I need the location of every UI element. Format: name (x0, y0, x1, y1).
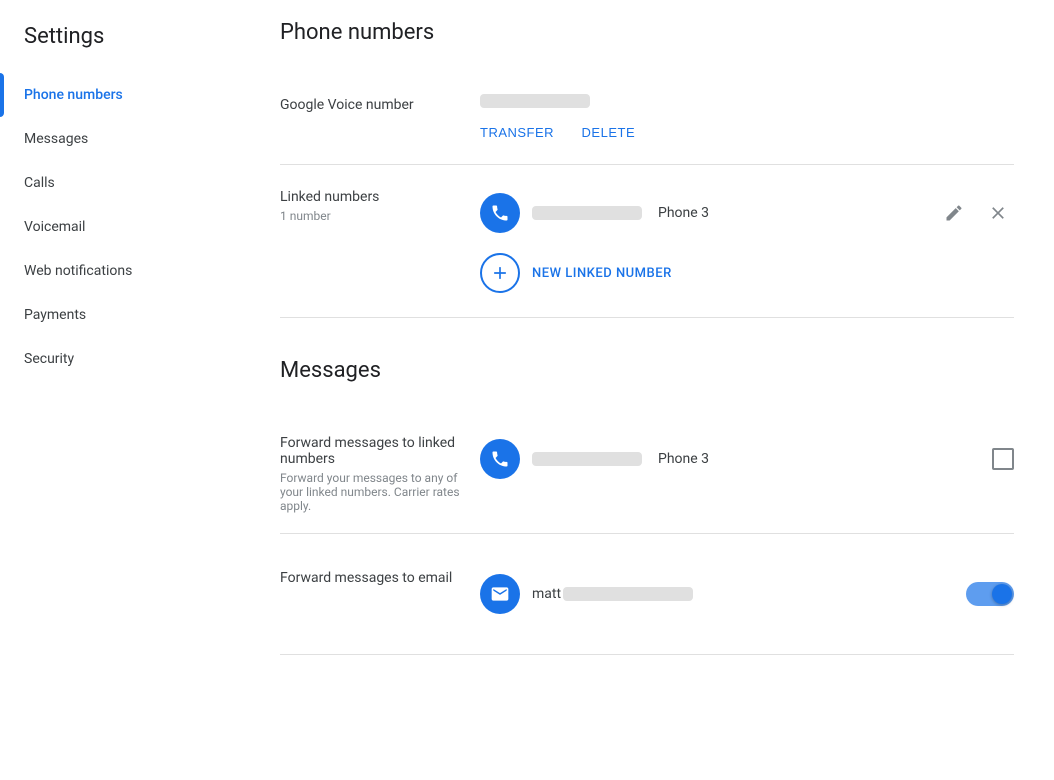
forward-phone3: Phone 3 (658, 451, 718, 467)
phone-icon-2 (480, 439, 520, 479)
sidebar-item-messages[interactable]: Messages (0, 117, 228, 161)
linked-number-item: Phone 3 (480, 185, 1014, 241)
sidebar-item-label: Calls (24, 175, 55, 191)
linked-numbers-content: Phone 3 (480, 185, 1014, 297)
divider-3 (280, 533, 1014, 534)
linked-numbers-row: Linked numbers 1 number Phone 3 (280, 169, 1014, 313)
plus-icon (490, 263, 510, 283)
sidebar-item-payments[interactable]: Payments (0, 293, 228, 337)
forward-linked-actions (992, 448, 1014, 470)
forward-number-blurred (532, 452, 642, 466)
forward-phone-info: Phone 3 (532, 451, 980, 467)
forward-email-toggle[interactable] (966, 582, 1014, 606)
remove-linked-number-button[interactable] (982, 197, 1014, 229)
number-phone-info: Phone 3 (532, 205, 926, 221)
google-voice-label: Google Voice number (280, 97, 414, 113)
forward-linked-row: Forward messages to linked numbers Forwa… (280, 415, 1014, 529)
phone-svg-2 (490, 449, 510, 469)
plus-circle-icon (480, 253, 520, 293)
close-icon (988, 203, 1008, 223)
sidebar-item-label: Web notifications (24, 263, 132, 279)
forward-email-content: matt (480, 566, 1014, 622)
linked-numbers-label: Linked numbers (280, 189, 480, 205)
sidebar-item-label: Security (24, 351, 74, 367)
email-blurred (563, 587, 693, 601)
delete-button[interactable]: DELETE (582, 121, 636, 144)
phone-icon (480, 193, 520, 233)
messages-section: Messages Forward messages to linked numb… (280, 358, 1014, 655)
sidebar-item-label: Messages (24, 131, 88, 147)
email-svg (490, 584, 510, 604)
settings-title: Settings (0, 20, 240, 73)
new-linked-label: NEW LINKED NUMBER (532, 266, 672, 281)
sidebar-item-calls[interactable]: Calls (0, 161, 228, 205)
linked-number-actions (938, 197, 1014, 229)
edit-linked-number-button[interactable] (938, 197, 970, 229)
phone-svg (490, 203, 510, 223)
sidebar: Settings Phone numbers Messages Calls Vo… (0, 0, 240, 780)
forward-email-label: Forward messages to email (280, 570, 480, 586)
google-voice-content: TRANSFER DELETE (480, 93, 1014, 144)
messages-title: Messages (280, 358, 1014, 383)
forward-description: Forward your messages to any of your lin… (280, 471, 480, 513)
toggle-thumb (992, 584, 1012, 604)
page-title: Phone numbers (280, 20, 1014, 45)
forward-email-row: Forward messages to email matt (280, 550, 1014, 638)
forward-linked-checkbox[interactable] (992, 448, 1014, 470)
email-address-info: matt (532, 586, 954, 602)
sidebar-item-phone-numbers[interactable]: Phone numbers (0, 73, 228, 117)
sidebar-item-label: Phone numbers (24, 87, 123, 103)
forward-email-actions (966, 582, 1014, 606)
sidebar-item-label: Voicemail (24, 219, 85, 235)
sidebar-item-web-notifications[interactable]: Web notifications (0, 249, 228, 293)
edit-icon (944, 203, 964, 223)
email-value: matt (532, 586, 693, 602)
forward-email-item: matt (480, 566, 1014, 622)
linked-number-phone3: Phone 3 (658, 205, 718, 221)
sidebar-item-security[interactable]: Security (0, 337, 228, 381)
forward-linked-item: Phone 3 (480, 431, 1014, 487)
forward-linked-content: Phone 3 (480, 431, 1014, 487)
transfer-button[interactable]: TRANSFER (480, 121, 554, 144)
linked-number-blurred (532, 206, 642, 220)
main-content: Phone numbers Google Voice number TRANSF… (240, 0, 1054, 780)
new-linked-number-button[interactable]: NEW LINKED NUMBER (480, 249, 1014, 297)
linked-count: 1 number (280, 209, 480, 223)
google-voice-row: Google Voice number TRANSFER DELETE (280, 77, 1014, 160)
divider-4 (280, 654, 1014, 655)
forward-linked-label: Forward messages to linked numbers (280, 435, 480, 467)
email-icon (480, 574, 520, 614)
divider-2 (280, 317, 1014, 318)
sidebar-item-label: Payments (24, 307, 86, 323)
google-voice-number-blurred (480, 94, 590, 108)
divider-1 (280, 164, 1014, 165)
sidebar-item-voicemail[interactable]: Voicemail (0, 205, 228, 249)
